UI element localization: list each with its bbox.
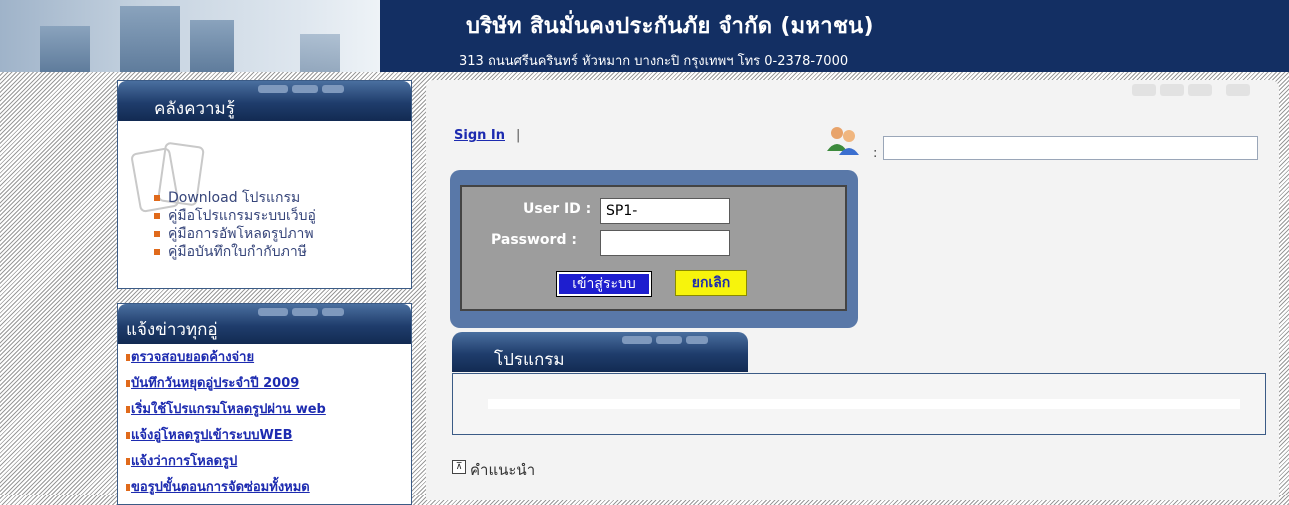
building-banner-image (0, 0, 380, 72)
news-item-upload-howto[interactable]: แจ้งว่าการโหลดรูป (126, 450, 237, 471)
news-panel-title: แจ้งข่าวทุกอู่ (126, 320, 218, 340)
knowledge-panel: คลังความรู้ Download โปรแกรม คู่มือโปรแก… (117, 80, 412, 289)
knowledge-panel-header: คลังความรู้ (118, 81, 411, 121)
password-input[interactable] (600, 230, 730, 256)
news-item-repair-steps[interactable]: ขอรูปขั้นตอนการจัดซ่อมทั้งหมด (126, 476, 310, 497)
knowledge-item-invoice-manual[interactable]: คู่มือบันทึกใบกำกับภาษี (154, 241, 307, 263)
expand-arrow-icon[interactable]: ⊼ (452, 460, 466, 474)
sign-in-link[interactable]: Sign In (454, 128, 505, 143)
program-bar (488, 399, 1240, 409)
login-form: User ID : Password : (460, 185, 847, 311)
news-panel: แจ้งข่าวทุกอู่ ตรวจสอบยอดค้างจ่าย บันทึก… (117, 303, 412, 505)
company-address: 313 ถนนศรีนครินทร์ หัวหมาก บางกะปิ กรุงเ… (459, 54, 849, 69)
userid-input[interactable] (600, 198, 730, 224)
program-title: โปรแกรม (494, 350, 565, 370)
company-name: บริษัท สินมั่นคงประกันภัย จำกัด (มหาชน) (466, 14, 874, 39)
news-item-upload-notice[interactable]: แจ้งอู่โหลดรูปเข้าระบบWEB (126, 424, 293, 445)
users-colon: : (873, 146, 878, 161)
top-search-input[interactable] (883, 136, 1258, 160)
userid-label: User ID : (523, 201, 592, 217)
users-icon (827, 127, 859, 155)
program-tab: โปรแกรม (452, 332, 748, 372)
login-button[interactable]: เข้าสู่ระบบ (556, 271, 652, 297)
news-item-web-upload[interactable]: เริ่มใช้โปรแกรมโหลดรูปผ่าน web (126, 398, 326, 419)
sign-in-separator: | (516, 128, 521, 143)
news-item-holidays[interactable]: บันทึกวันหยุดอู่ประจำปี 2009 (126, 372, 299, 393)
news-panel-header: แจ้งข่าวทุกอู่ (118, 304, 411, 344)
main-content: Sign In | : User ID : Password : เข้าสู่… (426, 80, 1279, 500)
knowledge-panel-title: คลังความรู้ (154, 99, 235, 119)
cancel-button[interactable]: ยกเลิก (675, 270, 747, 296)
advice-label[interactable]: คำแนะนำ (470, 458, 535, 482)
news-item-outstanding[interactable]: ตรวจสอบยอดค้างจ่าย (126, 346, 254, 367)
password-label: Password : (491, 232, 577, 248)
